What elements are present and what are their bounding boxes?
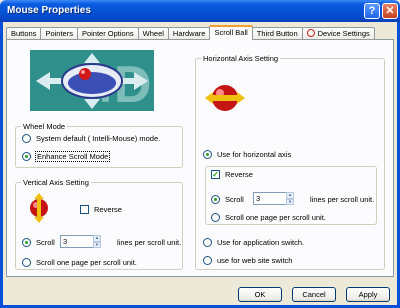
- horizontal-one-page-option[interactable]: Scroll one page per scroll unit.: [211, 213, 326, 222]
- title-bar: Mouse Properties ? ✕: [0, 0, 400, 22]
- vertical-scroll-radio[interactable]: [22, 238, 31, 247]
- close-button[interactable]: ✕: [382, 3, 398, 19]
- vertical-axis-title: Vertical Axis Setting: [21, 178, 91, 187]
- horizontal-axis-title: Horizontal Axis Setting: [201, 54, 281, 63]
- wheel-mode-enhance-label: Enhance Scroll Mode: [34, 151, 111, 162]
- app-switch-option[interactable]: Use for application switch.: [203, 238, 304, 247]
- mouse-4d-logo-icon: 4D: [30, 50, 154, 111]
- horizontal-lines-label: lines per scroll unit.: [310, 195, 375, 204]
- apply-button[interactable]: Apply: [346, 287, 390, 302]
- horizontal-lines-value[interactable]: 3: [253, 192, 287, 205]
- app-switch-label: Use for application switch.: [217, 238, 305, 247]
- vertical-reverse-checkbox[interactable]: [80, 205, 89, 214]
- use-horizontal-option[interactable]: Use for horizontal axis: [203, 150, 291, 159]
- horizontal-scroll-ball-icon: [205, 85, 245, 111]
- web-switch-label: use for web site switch: [217, 256, 293, 265]
- horizontal-one-page-radio[interactable]: [211, 213, 220, 222]
- vertical-scroll-ball-icon: [30, 193, 48, 223]
- vertical-reverse-option[interactable]: Reverse: [80, 205, 122, 214]
- tab-device-settings-label: Device Settings: [317, 29, 370, 38]
- wheel-mode-default-option[interactable]: System default ( Intelli-Mouse) mode.: [22, 134, 160, 143]
- horizontal-scroll-label: Scroll: [225, 195, 244, 204]
- window-title: Mouse Properties: [7, 5, 91, 16]
- ok-button[interactable]: OK: [238, 287, 282, 302]
- vertical-reverse-label: Reverse: [94, 205, 122, 214]
- wheel-mode-enhance-radio[interactable]: [22, 152, 31, 161]
- horizontal-lines-stepper[interactable]: 3 ▲ ▼: [253, 192, 294, 205]
- horizontal-reverse-label: Reverse: [225, 170, 253, 179]
- help-button[interactable]: ?: [364, 3, 380, 19]
- wheel-mode-group: Wheel Mode: [15, 122, 183, 168]
- app-switch-radio[interactable]: [203, 238, 212, 247]
- vertical-scroll-option[interactable]: Scroll: [22, 238, 55, 247]
- horizontal-scroll-option[interactable]: Scroll: [211, 195, 244, 204]
- web-switch-option[interactable]: use for web site switch: [203, 256, 292, 265]
- vertical-lines-stepper[interactable]: 3 ▲ ▼: [60, 235, 101, 248]
- vertical-lines-label: lines per scroll unit.: [117, 238, 182, 247]
- scroll-ball-banner: 4D: [30, 50, 154, 111]
- wheel-mode-title: Wheel Mode: [21, 122, 68, 131]
- cancel-button[interactable]: Cancel: [292, 287, 336, 302]
- vertical-one-page-radio[interactable]: [22, 258, 31, 267]
- device-settings-icon: [306, 29, 315, 37]
- use-horizontal-radio[interactable]: [203, 150, 212, 159]
- horizontal-scroll-radio[interactable]: [211, 195, 220, 204]
- tab-strip: Buttons Pointers Pointer Options Wheel H…: [6, 25, 375, 40]
- use-horizontal-label: Use for horizontal axis: [217, 150, 292, 159]
- wheel-mode-default-label: System default ( Intelli-Mouse) mode.: [36, 134, 161, 143]
- horizontal-lines-arrows[interactable]: ▲ ▼: [286, 192, 294, 205]
- horizontal-lines-down-icon[interactable]: ▼: [286, 198, 294, 205]
- horizontal-reverse-checkbox[interactable]: ✓: [211, 170, 220, 179]
- vertical-scroll-label: Scroll: [36, 238, 55, 247]
- horizontal-reverse-option[interactable]: ✓ Reverse: [211, 170, 253, 179]
- horizontal-one-page-label: Scroll one page per scroll unit.: [225, 213, 326, 222]
- vertical-lines-value[interactable]: 3: [60, 235, 94, 248]
- vertical-lines-arrows[interactable]: ▲ ▼: [93, 235, 101, 248]
- vertical-one-page-label: Scroll one page per scroll unit.: [36, 258, 137, 267]
- wheel-mode-default-radio[interactable]: [22, 134, 31, 143]
- vertical-lines-down-icon[interactable]: ▼: [93, 241, 101, 248]
- web-switch-radio[interactable]: [203, 256, 212, 265]
- tab-scroll-ball[interactable]: Scroll Ball: [209, 25, 253, 40]
- wheel-mode-enhance-option[interactable]: Enhance Scroll Mode: [22, 151, 111, 162]
- vertical-one-page-option[interactable]: Scroll one page per scroll unit.: [22, 258, 137, 267]
